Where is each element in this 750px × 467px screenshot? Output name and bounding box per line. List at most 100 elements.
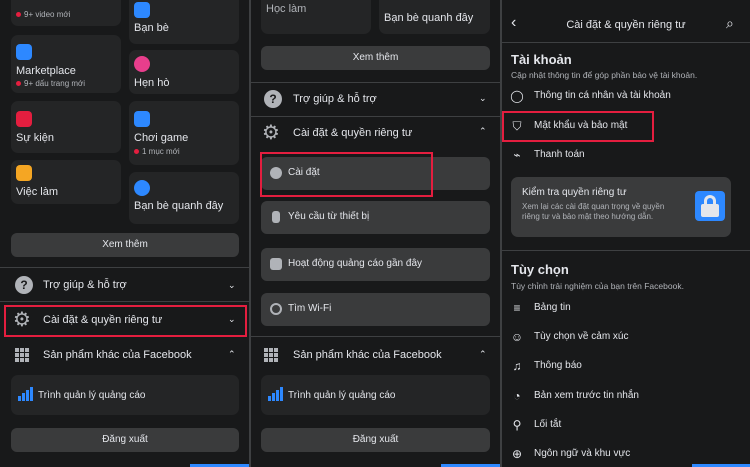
header-divider bbox=[502, 42, 750, 43]
nearby-friends-label: Bạn bè quanh đây bbox=[384, 12, 474, 24]
personal-info-label: Thông tin cá nhân và tài khoản bbox=[534, 90, 671, 101]
heart-icon bbox=[134, 56, 150, 72]
events-label: Sự kiện bbox=[16, 132, 54, 144]
friends-label: Bạn bè bbox=[134, 22, 169, 34]
reactions-label: Tùy chọn về cảm xúc bbox=[534, 331, 629, 342]
gaming-tile[interactable]: Chơi game 1 mục mới bbox=[129, 101, 239, 165]
pin-icon: ⚲ bbox=[512, 418, 522, 432]
wifi-icon bbox=[270, 303, 282, 315]
phone-icon bbox=[272, 211, 280, 223]
marketplace-tile[interactable]: Marketplace 9+ dấu trang mới bbox=[11, 35, 121, 93]
find-wifi-label: Tìm Wi-Fi bbox=[288, 303, 332, 314]
ads-manager-label: Trình quản lý quảng cáo bbox=[288, 390, 396, 401]
dating-label: Hẹn hò bbox=[134, 77, 170, 89]
feed-icon: ≡ bbox=[513, 301, 521, 315]
other-products-row[interactable]: Sản phẩm khác của Facebook bbox=[293, 349, 442, 361]
section-title-preferences: Tùy chọn bbox=[511, 262, 569, 277]
settings-privacy-row[interactable]: Cài đặt & quyền riêng tư bbox=[293, 127, 412, 139]
divider bbox=[251, 336, 500, 337]
nearby-friends-label: Bạn bè quanh đây bbox=[134, 200, 224, 212]
gear-icon: ⚙ bbox=[262, 122, 280, 144]
briefcase-icon bbox=[16, 165, 32, 181]
nearby-friends-icon bbox=[134, 180, 150, 196]
bar-chart-icon bbox=[268, 387, 284, 401]
ads-manager-item[interactable]: Trình quản lý quảng cáo bbox=[261, 375, 490, 415]
friends-icon bbox=[134, 2, 150, 18]
tag-icon: ⌁ bbox=[513, 148, 521, 162]
divider bbox=[502, 250, 750, 251]
privacy-checkup-title: Kiểm tra quyền riêng tư bbox=[522, 187, 627, 198]
smile-icon: ☺ bbox=[510, 330, 524, 344]
search-icon[interactable]: ⌕ bbox=[726, 15, 734, 32]
see-more-button[interactable]: Xem thêm bbox=[261, 46, 490, 70]
device-requests-label: Yêu cầu từ thiết bị bbox=[288, 211, 370, 222]
other-products-row[interactable]: Sản phẩm khác của Facebook bbox=[43, 349, 192, 361]
ads-manager-item[interactable]: Trình quản lý quảng cáo bbox=[11, 375, 239, 415]
section-desc-account: Cập nhật thông tin để góp phần bảo vệ tà… bbox=[511, 70, 698, 80]
divider bbox=[251, 116, 500, 117]
highlight-box bbox=[502, 111, 654, 142]
ad-activity-label: Hoạt động quảng cáo gần đây bbox=[288, 258, 422, 269]
bell-icon: ♫ bbox=[512, 359, 522, 373]
divider bbox=[0, 267, 249, 268]
language-region-label: Ngôn ngữ và khu vực bbox=[534, 448, 631, 459]
help-icon: ? bbox=[264, 90, 282, 108]
divider bbox=[251, 82, 500, 83]
news-feed-label: Bảng tin bbox=[534, 302, 571, 313]
nearby-friends-tile[interactable]: Bạn bè quanh đây bbox=[379, 0, 490, 34]
marketplace-sub: 9+ dấu trang mới bbox=[16, 79, 85, 88]
lock-icon bbox=[695, 191, 725, 221]
partial-tile-label: Học làm bbox=[266, 3, 307, 15]
bar-chart-icon bbox=[18, 387, 34, 401]
gaming-sub: 1 mục mới bbox=[134, 147, 180, 156]
notifications-label: Thông báo bbox=[534, 360, 582, 371]
shortcuts-label: Lối tắt bbox=[534, 419, 562, 430]
device-requests-item[interactable]: Yêu cầu từ thiết bị bbox=[261, 201, 490, 234]
chevron-up-icon: ⌃ bbox=[479, 349, 487, 359]
jobs-tile[interactable]: Việc làm bbox=[11, 160, 121, 204]
page-title: Cài đặt & quyền riêng tư bbox=[566, 19, 686, 31]
see-more-button[interactable]: Xem thêm bbox=[11, 233, 239, 257]
grid-icon bbox=[264, 348, 278, 362]
grid-icon bbox=[15, 348, 29, 362]
chevron-down-icon: ⌄ bbox=[228, 280, 236, 290]
user-circle-icon: ◯ bbox=[510, 89, 524, 103]
privacy-checkup-card[interactable]: Kiểm tra quyền riêng tư Xem lại các cài … bbox=[511, 177, 731, 237]
marketplace-label: Marketplace bbox=[16, 65, 76, 77]
message-previews-label: Bản xem trước tin nhắn bbox=[534, 390, 639, 401]
section-title-account: Tài khoản bbox=[511, 52, 572, 67]
payments-label: Thanh toán bbox=[534, 149, 585, 160]
chevron-up-icon: ⌃ bbox=[479, 126, 487, 136]
chevron-down-icon: ⌄ bbox=[479, 93, 487, 103]
divider bbox=[0, 301, 249, 302]
highlight-box bbox=[4, 305, 247, 337]
highlight-box bbox=[260, 152, 433, 197]
logout-button[interactable]: Đăng xuất bbox=[11, 428, 239, 452]
dating-tile[interactable]: Hẹn hò bbox=[129, 50, 239, 94]
ads-manager-label: Trình quản lý quảng cáo bbox=[38, 390, 146, 401]
logout-button[interactable]: Đăng xuất bbox=[261, 428, 490, 452]
settings-panel: ‹ Cài đặt & quyền riêng tư ⌕ Tài khoản C… bbox=[502, 0, 750, 467]
gaming-icon bbox=[134, 111, 150, 127]
privacy-checkup-desc: Xem lại các cài đặt quan trọng về quyền … bbox=[522, 202, 665, 221]
ad-activity-item[interactable]: Hoạt động quảng cáo gần đây bbox=[261, 248, 490, 281]
globe-icon: ⊕ bbox=[511, 447, 523, 461]
find-wifi-item[interactable]: Tìm Wi-Fi bbox=[261, 293, 490, 326]
menu-panel-middle: Học làm Bạn bè quanh đây Xem thêm ? Trợ … bbox=[251, 0, 500, 467]
partial-tile[interactable]: Học làm bbox=[261, 0, 371, 34]
menu-panel-left: 9+ video mới Bạn bè Marketplace 9+ dấu t… bbox=[0, 0, 249, 467]
section-desc-preferences: Tùy chỉnh trải nghiệm của bạn trên Faceb… bbox=[511, 281, 684, 291]
calendar-icon bbox=[16, 111, 32, 127]
video-tile[interactable]: 9+ video mới bbox=[11, 0, 121, 26]
friends-tile[interactable]: Bạn bè bbox=[129, 0, 239, 44]
help-row[interactable]: Trợ giúp & hỗ trợ bbox=[43, 279, 127, 291]
events-tile[interactable]: Sự kiện bbox=[11, 101, 121, 153]
message-icon: ◔ bbox=[513, 389, 521, 403]
chevron-up-icon: ⌃ bbox=[228, 349, 236, 359]
help-icon: ? bbox=[15, 276, 33, 294]
help-row[interactable]: Trợ giúp & hỗ trợ bbox=[293, 93, 377, 105]
ad-icon bbox=[270, 258, 282, 270]
video-tile-sub: 9+ video mới bbox=[16, 10, 70, 19]
nearby-friends-tile[interactable]: Bạn bè quanh đây bbox=[129, 172, 239, 224]
marketplace-icon bbox=[16, 44, 32, 60]
